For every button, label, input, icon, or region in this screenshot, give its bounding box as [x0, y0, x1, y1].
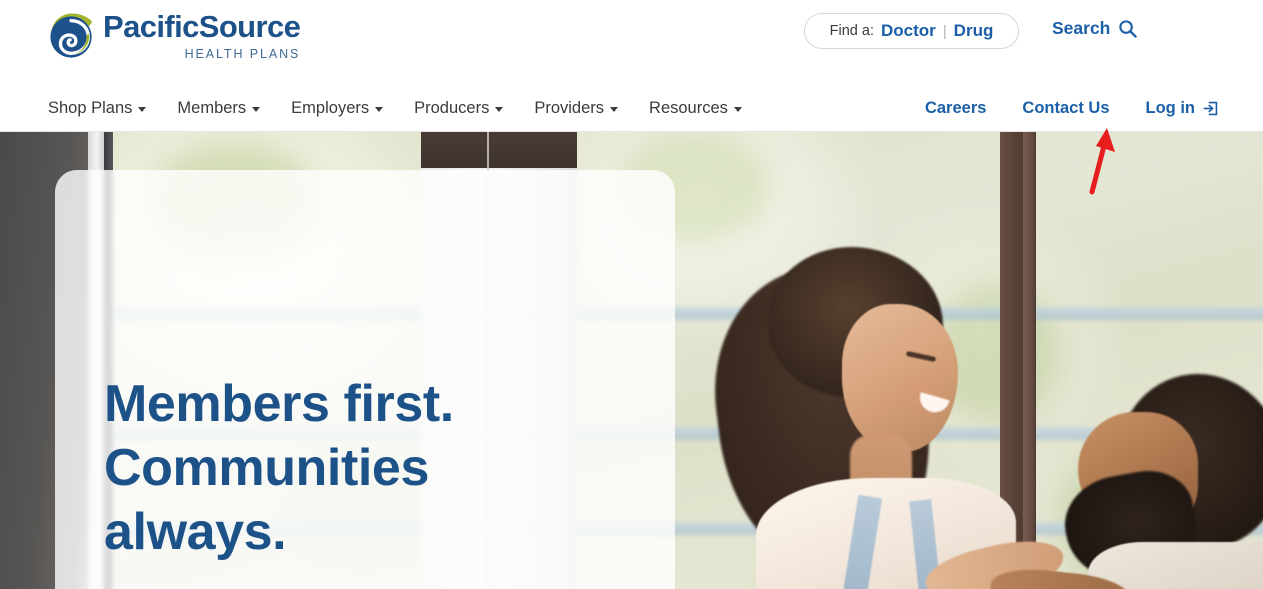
door-header-beam — [421, 132, 577, 168]
find-a-label: Find a: — [829, 23, 874, 39]
login-label: Log in — [1145, 99, 1195, 117]
login-arrow-icon — [1202, 100, 1219, 117]
photo-subject-man — [987, 374, 1263, 589]
site-logo[interactable]: PacificSource HEALTH PLANS — [48, 9, 301, 62]
page-root: PacificSource HEALTH PLANS Find a: Docto… — [0, 0, 1263, 589]
nav-item-resources[interactable]: Resources — [649, 99, 742, 118]
secondary-nav-list: Careers Contact Us Log in — [925, 85, 1219, 132]
nav-item-providers[interactable]: Providers — [534, 99, 619, 118]
search-button[interactable]: Search — [1052, 18, 1138, 39]
nav-label: Employers — [291, 99, 370, 117]
find-a-pill: Find a: Doctor | Drug — [804, 13, 1019, 49]
nav-item-members[interactable]: Members — [177, 99, 261, 118]
photo-subject-girl — [700, 247, 1070, 589]
main-navigation: Shop Plans Members Employers Producers P… — [0, 85, 1263, 132]
hero-heading-line-1: Members first. — [104, 375, 454, 433]
nav-label: Shop Plans — [48, 99, 133, 117]
chevron-down-icon — [375, 107, 384, 112]
find-doctor-link[interactable]: Doctor — [881, 21, 936, 41]
nav-item-employers[interactable]: Employers — [291, 99, 384, 118]
nav-item-careers[interactable]: Careers — [925, 99, 986, 118]
nav-item-contact-us[interactable]: Contact Us — [1022, 99, 1109, 118]
nav-item-shop-plans[interactable]: Shop Plans — [48, 99, 147, 118]
nav-label: Resources — [649, 99, 728, 117]
find-separator: | — [942, 22, 947, 40]
site-header: PacificSource HEALTH PLANS Find a: Docto… — [0, 0, 1263, 132]
primary-nav-list: Shop Plans Members Employers Producers P… — [48, 85, 742, 132]
chevron-down-icon — [733, 107, 742, 112]
header-utility-bar: PacificSource HEALTH PLANS Find a: Docto… — [0, 0, 1263, 85]
logo-brand-name: PacificSource — [103, 9, 301, 44]
nav-item-producers[interactable]: Producers — [414, 99, 504, 118]
hero-heading: Members first. Communities always. — [104, 372, 664, 564]
chevron-down-icon — [138, 107, 147, 112]
logo-tagline: HEALTH PLANS — [184, 47, 301, 61]
hero-banner: Members first. Communities always. Pacif… — [0, 132, 1263, 589]
hero-heading-line-3: always. — [104, 503, 287, 561]
hero-heading-line-2: Communities — [104, 439, 429, 497]
hero-subtitle: PacificSource offers health insurance pl… — [104, 584, 544, 589]
nav-label: Members — [177, 99, 247, 117]
chevron-down-icon — [252, 107, 261, 112]
chevron-down-icon — [610, 107, 619, 112]
find-drug-link[interactable]: Drug — [954, 21, 994, 41]
hero-content: Members first. Communities always. Pacif… — [104, 372, 664, 589]
pacificsource-swirl-logo-icon — [48, 12, 96, 60]
chevron-down-icon — [495, 107, 504, 112]
logo-text: PacificSource HEALTH PLANS — [103, 9, 301, 62]
search-label: Search — [1052, 18, 1111, 38]
login-button[interactable]: Log in — [1146, 99, 1219, 118]
nav-label: Providers — [534, 99, 605, 117]
nav-label: Producers — [414, 99, 490, 117]
search-icon[interactable] — [1118, 19, 1138, 38]
